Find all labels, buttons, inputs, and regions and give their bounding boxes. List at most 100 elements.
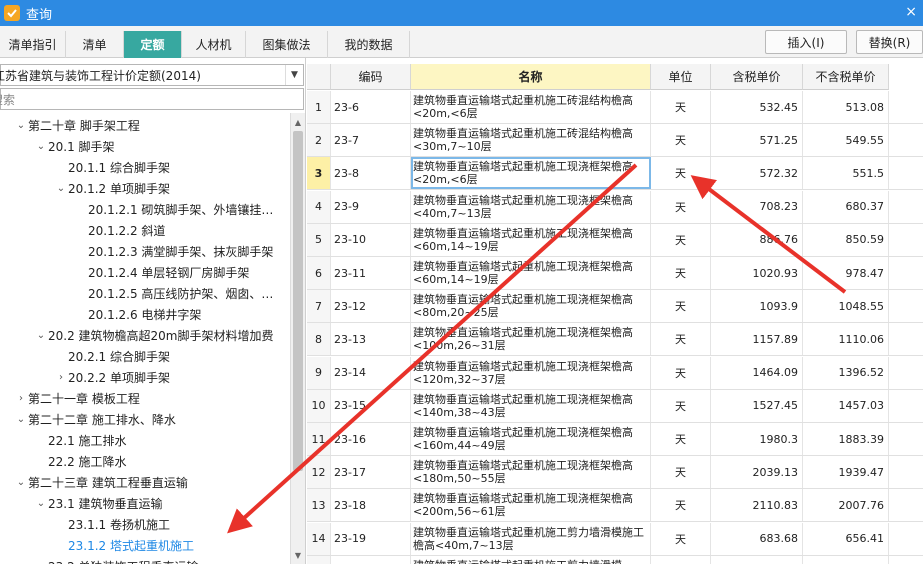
notax-price-cell: 513.08 bbox=[803, 91, 889, 123]
unit-cell: 天 bbox=[651, 423, 711, 455]
tree-node[interactable]: 20.2.1 综合脚手架 bbox=[68, 346, 170, 367]
tree-node[interactable]: › 20.2.2 单项脚手架 bbox=[54, 367, 170, 388]
row-index: 7 bbox=[307, 290, 331, 323]
table-row[interactable]: 9 23-14 建筑物垂直运输塔式起重机施工现浇框架檐高<120m,32~37层天 1… bbox=[307, 356, 923, 390]
tree-node[interactable]: ⌄ 20.2 建筑物檐高超20m脚手架材料增加费 bbox=[34, 325, 274, 346]
notax-price-cell bbox=[803, 555, 889, 564]
tree-node[interactable]: 20.1.2.1 砌筑脚手架、外墙镶挂… bbox=[88, 199, 273, 220]
unit-cell: 天 bbox=[651, 190, 711, 223]
search-input[interactable]: 搜索 bbox=[0, 88, 304, 110]
tree-node-label: 20.1.1 综合脚手架 bbox=[68, 161, 170, 175]
tree-node[interactable]: 20.1.1 综合脚手架 bbox=[68, 157, 170, 178]
window-title: 查询 bbox=[26, 7, 53, 23]
chevron-down-icon[interactable]: ▼ bbox=[285, 65, 303, 85]
left-panel: 江苏省建筑与装饰工程计价定额(2014) ▼ 搜索 ⌄第二十章 脚手架工程⌄20… bbox=[0, 58, 306, 564]
library-select[interactable]: 江苏省建筑与装饰工程计价定额(2014) ▼ bbox=[0, 64, 304, 86]
tree-node[interactable]: 20.1.2.4 单层轻钢厂房脚手架 bbox=[88, 262, 249, 283]
table-row[interactable]: 建筑物垂直运输塔式起重机施工剪力墙滑模 bbox=[307, 555, 923, 564]
chevron-down-icon[interactable]: ⌄ bbox=[14, 120, 28, 131]
chevron-down-icon[interactable]: ⌄ bbox=[54, 183, 68, 194]
header-tax-price[interactable]: 含税单价 bbox=[711, 64, 803, 90]
tab-quota[interactable]: 定额 bbox=[124, 31, 182, 58]
table-row[interactable]: 1 23-6 建筑物垂直运输塔式起重机施工砖混结构檐高<20m,<6层天 532.45… bbox=[307, 91, 923, 124]
tree-node[interactable]: 20.1.2.5 高压线防护架、烟囱、… bbox=[88, 283, 273, 304]
tab-atlas-method[interactable]: 图集做法 bbox=[246, 31, 328, 58]
row-index: 10 bbox=[307, 389, 331, 422]
tax-price-cell: 886.76 bbox=[711, 223, 803, 256]
tax-price-cell: 2039.13 bbox=[711, 456, 803, 489]
chevron-down-icon[interactable]: ⌄ bbox=[34, 330, 48, 341]
table-row[interactable]: 5 23-10 建筑物垂直运输塔式起重机施工现浇框架檐高<60m,14~19层天 88… bbox=[307, 223, 923, 257]
scroll-down-icon[interactable]: ▼ bbox=[291, 548, 305, 562]
chevron-down-icon[interactable]: ⌄ bbox=[14, 477, 28, 488]
name-cell: 建筑物垂直运输塔式起重机施工现浇框架檐高<20m,<6层 bbox=[411, 157, 651, 190]
replace-button[interactable]: 替换(R) bbox=[856, 30, 923, 54]
notax-price-cell: 680.37 bbox=[803, 190, 889, 223]
scroll-thumb[interactable] bbox=[293, 131, 303, 471]
tree-node[interactable]: ⌄ 第二十章 脚手架工程 bbox=[14, 115, 140, 136]
tab-labor-material-machine[interactable]: 人材机 bbox=[182, 31, 246, 58]
tree-node[interactable]: ⌄ 20.1.2 单项脚手架 bbox=[54, 178, 170, 199]
chevron-down-icon[interactable]: ⌄ bbox=[34, 498, 48, 509]
tree-node[interactable]: 23.1.2 塔式起重机施工 bbox=[68, 535, 194, 556]
tree-node-label: 20.1.2.3 满堂脚手架、抹灰脚手架 bbox=[88, 245, 274, 259]
table-row[interactable]: 8 23-13 建筑物垂直运输塔式起重机施工现浇框架檐高<100m,26~31层天 1… bbox=[307, 323, 923, 357]
notax-price-cell: 850.59 bbox=[803, 223, 889, 256]
tree-node-label: 22.2 施工降水 bbox=[48, 455, 127, 469]
tree-node[interactable]: ⌄ 第二十二章 施工排水、降水 bbox=[14, 409, 176, 430]
table-row[interactable]: 7 23-12 建筑物垂直运输塔式起重机施工现浇框架檐高<80m,20~25层天 10… bbox=[307, 290, 923, 324]
tree-node[interactable]: 20.1.2.6 电梯井字架 bbox=[88, 304, 201, 325]
name-cell: 建筑物垂直运输塔式起重机施工现浇框架檐高<120m,32~37层 bbox=[411, 356, 651, 389]
table-row[interactable]: 11 23-16 建筑物垂直运输塔式起重机施工现浇框架檐高<160m,44~49层天… bbox=[307, 423, 923, 456]
tab-bill-guide[interactable]: 清单指引 bbox=[0, 31, 66, 58]
chevron-right-icon[interactable]: › bbox=[54, 372, 68, 383]
app-logo-icon bbox=[4, 5, 20, 21]
chevron-down-icon[interactable]: ⌄ bbox=[14, 414, 28, 425]
header-notax-price[interactable]: 不含税单价 bbox=[803, 64, 889, 90]
header-code[interactable]: 编码 bbox=[331, 64, 411, 90]
tree-node[interactable]: 22.2 施工降水 bbox=[48, 451, 127, 472]
insert-button[interactable]: 插入(I) bbox=[765, 30, 847, 54]
scroll-up-icon[interactable]: ▲ bbox=[291, 115, 305, 129]
table-row[interactable]: 6 23-11 建筑物垂直运输塔式起重机施工现浇框架檐高<60m,14~19层天 10… bbox=[307, 257, 923, 290]
header-name[interactable]: 名称 bbox=[411, 64, 651, 90]
unit-cell: 天 bbox=[651, 91, 711, 123]
tax-price-cell: 683.68 bbox=[711, 522, 803, 555]
table-row[interactable]: 13 23-18 建筑物垂直运输塔式起重机施工现浇框架檐高<200m,56~61层天… bbox=[307, 489, 923, 523]
close-icon[interactable]: × bbox=[905, 4, 917, 20]
table-row[interactable]: 14 23-19 建筑物垂直运输塔式起重机施工剪力墙滑模施工檐高<40m,7~13层… bbox=[307, 522, 923, 556]
table-row[interactable]: 12 23-17 建筑物垂直运输塔式起重机施工现浇框架檐高<180m,50~55层天… bbox=[307, 456, 923, 490]
tree-node[interactable]: › 第二十一章 模板工程 bbox=[14, 388, 140, 409]
tab-my-data[interactable]: 我的数据 bbox=[328, 31, 410, 58]
tree-node[interactable]: 23.2 单独装饰工程垂直运输 bbox=[48, 556, 199, 564]
tree-node[interactable]: 20.1.2.3 满堂脚手架、抹灰脚手架 bbox=[88, 241, 273, 262]
tree-node-label: 20.1 脚手架 bbox=[48, 140, 115, 154]
tab-bar: 清单指引 清单 定额 人材机 图集做法 我的数据 插入(I) 替换(R) bbox=[0, 26, 923, 58]
table-row[interactable]: 3 23-8 建筑物垂直运输塔式起重机施工现浇框架檐高<20m,<6层天 572.32… bbox=[307, 157, 923, 191]
tree-node[interactable]: ⌄ 20.1 脚手架 bbox=[34, 136, 115, 157]
notax-price-cell: 1396.52 bbox=[803, 356, 889, 389]
tree-node[interactable]: 20.1.2.2 斜道 bbox=[88, 220, 165, 241]
row-index: 8 bbox=[307, 323, 331, 356]
chevron-right-icon[interactable]: › bbox=[14, 393, 28, 404]
unit-cell: 天 bbox=[651, 456, 711, 489]
chevron-down-icon[interactable]: ⌄ bbox=[34, 141, 48, 152]
tree-node[interactable]: 23.1.1 卷扬机施工 bbox=[68, 514, 170, 535]
code-cell: 23-14 bbox=[331, 356, 411, 389]
table-row[interactable]: 4 23-9 建筑物垂直运输塔式起重机施工现浇框架檐高<40m,7~13层天 708.… bbox=[307, 190, 923, 224]
name-cell: 建筑物垂直运输塔式起重机施工现浇框架檐高<60m,14~19层 bbox=[411, 223, 651, 256]
row-index: 3 bbox=[307, 157, 331, 190]
tree-scrollbar[interactable]: ▲ ▼ bbox=[290, 113, 305, 564]
unit-cell: 天 bbox=[651, 157, 711, 190]
table-row[interactable]: 10 23-15 建筑物垂直运输塔式起重机施工现浇框架檐高<140m,38~43层天… bbox=[307, 389, 923, 423]
header-unit[interactable]: 单位 bbox=[651, 64, 711, 90]
tree-node[interactable]: 22.1 施工排水 bbox=[48, 430, 127, 451]
notax-price-cell: 978.47 bbox=[803, 257, 889, 289]
tree-node[interactable]: ⌄ 第二十三章 建筑工程垂直运输 bbox=[14, 472, 188, 493]
unit-cell: 天 bbox=[651, 389, 711, 422]
row-index: 9 bbox=[307, 356, 331, 389]
code-cell: 23-16 bbox=[331, 423, 411, 455]
tree-node[interactable]: ⌄ 23.1 建筑物垂直运输 bbox=[34, 493, 163, 514]
table-row[interactable]: 2 23-7 建筑物垂直运输塔式起重机施工砖混结构檐高<30m,7~10层天 571.… bbox=[307, 124, 923, 158]
tab-bill[interactable]: 清单 bbox=[66, 31, 124, 58]
